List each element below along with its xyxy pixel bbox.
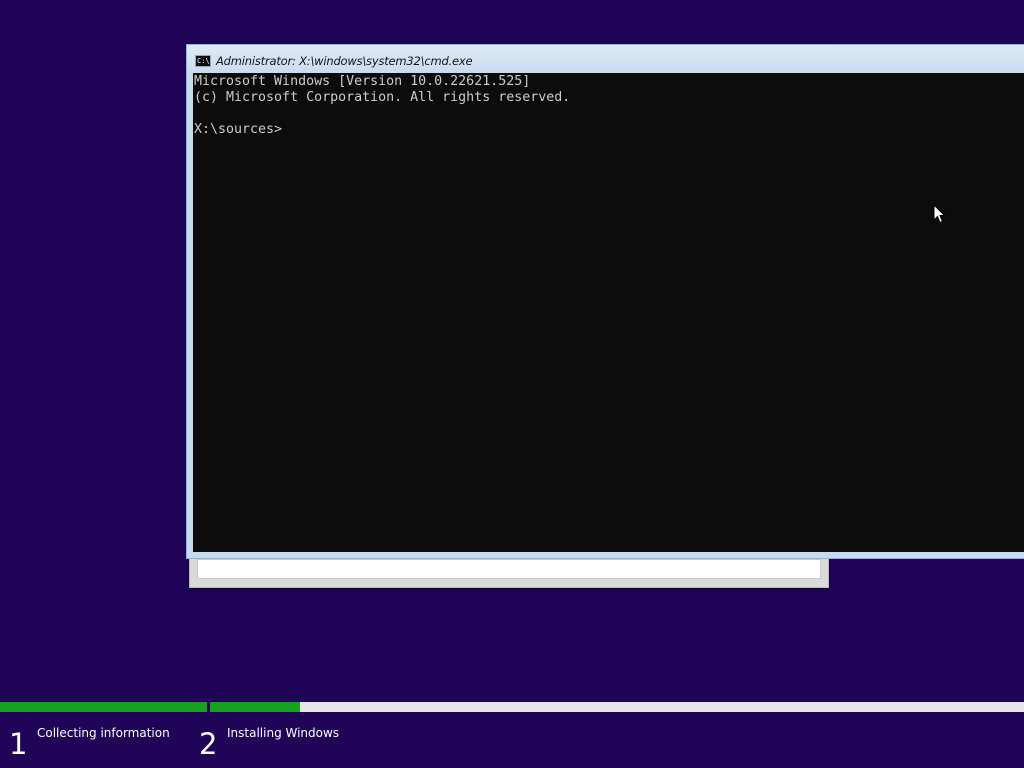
command-prompt-icon[interactable]: C:\ [195, 55, 211, 67]
step-2-label: Installing Windows [227, 726, 340, 740]
progress-fill-step-2 [210, 702, 300, 712]
cmd-title-bar[interactable]: C:\ Administrator: X:\windows\system32\c… [187, 45, 1024, 73]
step-2-number: 2 [199, 727, 218, 761]
cmd-window[interactable]: C:\ Administrator: X:\windows\system32\c… [186, 44, 1024, 559]
step-1-label: Collecting information [37, 726, 170, 740]
desktop-background: C:\ Administrator: X:\windows\system32\c… [0, 0, 1024, 768]
console-line: Microsoft Windows [Version 10.0.22621.52… [194, 74, 531, 89]
mouse-pointer-icon [933, 204, 946, 224]
console-output[interactable]: Microsoft Windows [Version 10.0.22621.52… [193, 73, 1024, 552]
progress-bar-step-1 [0, 702, 207, 712]
command-prompt-line[interactable]: X:\sources> [193, 122, 1024, 138]
setup-dialog-content-area [197, 559, 821, 579]
progress-fill-step-1 [0, 702, 207, 712]
console-line: (c) Microsoft Corporation. All rights re… [194, 90, 571, 105]
cmd-window-title: Administrator: X:\windows\system32\cmd.e… [216, 54, 473, 68]
step-1-number: 1 [9, 727, 28, 761]
progress-bar-step-2 [210, 702, 1024, 712]
